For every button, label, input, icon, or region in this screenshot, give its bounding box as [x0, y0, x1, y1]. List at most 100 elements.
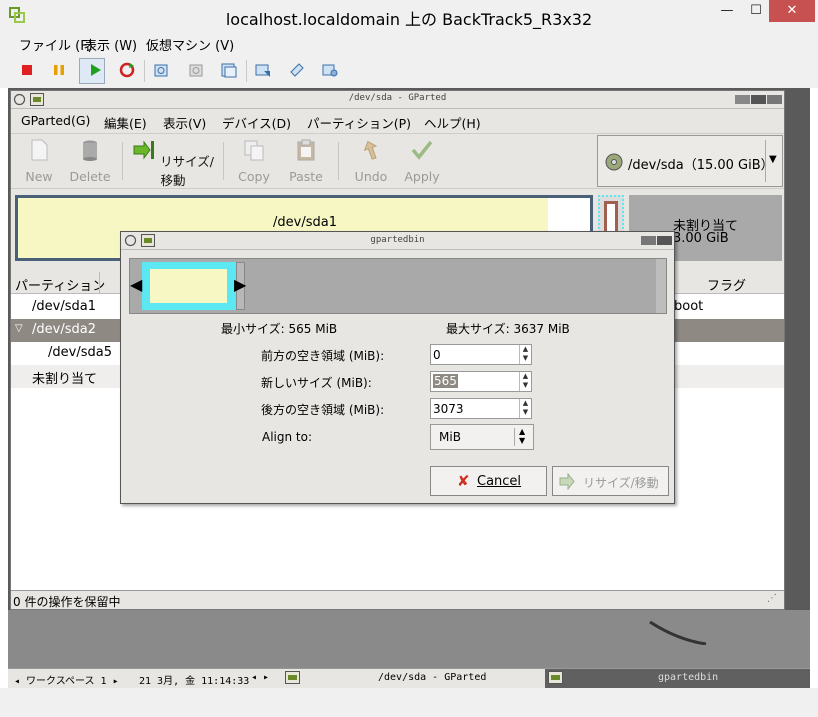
taskbar-item-dialog[interactable]: gpartedbin [545, 669, 810, 688]
column-divider [99, 272, 100, 294]
new-label: New [25, 169, 53, 184]
toolbar-separator [223, 142, 224, 180]
undo-label: Undo [354, 169, 388, 184]
menu-view[interactable]: 表示(V) [163, 113, 206, 132]
reset-icon[interactable] [119, 62, 135, 78]
resize-move-confirm-button[interactable]: リサイズ/移動 [552, 466, 669, 496]
new-size-label: 新しいサイズ (MiB): [261, 376, 372, 390]
taskbar-item-gparted[interactable]: /dev/sda - GParted [378, 672, 486, 683]
partition-name: 未割り当て [32, 372, 98, 387]
task-nav-icon[interactable]: ◂ ▸ [251, 672, 269, 683]
free-before-spinbutton[interactable]: ▲▼ [430, 344, 532, 365]
cancel-icon: ✘ [457, 472, 470, 490]
pending-operations: 0 件の操作を保留中 [13, 595, 121, 609]
vm-toolbar [0, 54, 818, 88]
undo-button[interactable]: Undo [348, 138, 394, 184]
min-size-label: 最小サイズ: 565 MiB [221, 322, 338, 336]
snapshot-icon[interactable] [153, 62, 169, 78]
spin-arrows-icon[interactable]: ▲ ▼ [519, 372, 531, 391]
maximize-button[interactable]: ☐ [740, 0, 772, 22]
workspace-switcher[interactable]: ◂ ワークスペース 1 ▸ [14, 672, 119, 687]
column-partition[interactable]: パーティション [15, 275, 105, 294]
menu-gparted[interactable]: GParted(G) [21, 113, 90, 128]
delete-button[interactable]: Delete [67, 138, 113, 184]
partition-name: /dev/sda2 [32, 322, 96, 337]
max-size-label: 最大サイズ: 3637 MiB [446, 322, 570, 336]
stop-icon[interactable] [19, 62, 35, 78]
cancel-button[interactable]: ✘ Cancel [430, 466, 547, 496]
minimize-button[interactable]: — [711, 0, 743, 22]
free-after-label: 後方の空き領域 (MiB): [261, 403, 385, 417]
partition-name: /dev/sda5 [48, 345, 112, 360]
window-title: localhost.localdomain 上の BackTrack5_R3x3… [225, 10, 593, 29]
free-before-label: 前方の空き領域 (MiB): [261, 349, 385, 363]
settings-icon[interactable] [322, 62, 338, 78]
guest-desktop [8, 610, 810, 668]
right-arrow-icon[interactable]: ▶ [234, 275, 246, 294]
unity-icon[interactable] [289, 62, 305, 78]
menu-vm[interactable]: 仮想マシン (V) [146, 35, 234, 54]
revert-snapshot-icon [189, 64, 203, 77]
column-flags[interactable]: フラグ [707, 275, 746, 294]
vm-titlebar: localhost.localdomain 上の BackTrack5_R3x3… [0, 0, 818, 32]
device-selector[interactable]: /dev/sda（15.00 GiB） ▼ [597, 135, 783, 187]
dialog-close-button[interactable] [657, 236, 672, 245]
resize-dialog: gpartedbin ◀ ▶ 最小サイズ: 565 MiB 最大サイズ: 363… [120, 231, 675, 504]
free-before-input[interactable] [431, 345, 517, 364]
expander-icon[interactable]: ▽ [15, 323, 23, 334]
vm-statusbar [0, 688, 818, 717]
copy-button[interactable]: Copy [233, 138, 275, 184]
close-button[interactable]: ✕ [769, 0, 815, 22]
apply-icon [411, 140, 433, 160]
gparted-close-button[interactable] [767, 95, 782, 104]
menu-edit[interactable]: 編集(E) [104, 113, 147, 132]
spin-arrows-icon[interactable]: ▲ ▼ [519, 399, 531, 418]
taskbar-clock: 21 3月, 金 11:14:33 [139, 676, 250, 687]
vm-menubar: ファイル (F) 表示 (W) 仮想マシン (V) [0, 32, 818, 54]
gparted-titlebar: /dev/sda - GParted [11, 91, 784, 109]
resize-move-button[interactable]: リサイズ/移動 [131, 138, 215, 189]
snapshot-manager-icon[interactable] [221, 62, 237, 78]
cancel-label: Cancel [477, 474, 522, 489]
menu-file[interactable]: ファイル (F) [19, 35, 93, 54]
partition-name: /dev/sda1 [32, 299, 96, 314]
new-size-input[interactable]: 565 [433, 374, 458, 388]
partition-resizer[interactable]: ◀ ▶ [129, 258, 667, 314]
gparted-task-icon [548, 671, 563, 684]
gparted-minimize-button[interactable] [735, 95, 750, 104]
toolbar-separator [144, 60, 145, 82]
paste-label: Paste [289, 169, 323, 184]
dialog-title: gpartedbin [370, 235, 425, 245]
menu-view[interactable]: 表示 (W) [84, 35, 137, 54]
combo-separator [765, 140, 766, 182]
wallpaper-stroke [649, 620, 707, 645]
left-arrow-icon[interactable]: ◀ [130, 275, 142, 294]
toolbar-separator [246, 60, 247, 82]
apply-button[interactable]: Apply [401, 138, 443, 184]
play-icon[interactable] [87, 62, 103, 78]
resize-grip-icon[interactable]: ⋰ [767, 593, 777, 604]
device-selector-value: /dev/sda（15.00 GiB） [628, 158, 774, 173]
free-after-input[interactable] [431, 399, 517, 418]
align-to-combo[interactable]: MiB ▲ ▼ [430, 424, 534, 450]
paste-button[interactable]: Paste [285, 138, 327, 184]
free-after-spinbutton[interactable]: ▲▼ [430, 398, 532, 419]
spin-arrows-icon[interactable]: ▲ ▼ [519, 345, 531, 364]
status-bar: 0 件の操作を保留中 ⋰ [11, 590, 784, 609]
fullscreen-icon[interactable] [255, 62, 271, 78]
updown-arrow-icon: ▲ ▼ [519, 427, 526, 445]
menu-help[interactable]: ヘルプ(H) [424, 113, 481, 132]
copy-icon [244, 140, 264, 161]
menu-partition[interactable]: パーティション(P) [307, 113, 411, 132]
new-size-spinbutton[interactable]: 565 ▲ ▼ [430, 371, 532, 392]
pause-icon[interactable] [51, 62, 67, 78]
gparted-task-icon [285, 671, 300, 684]
new-button[interactable]: New [19, 138, 59, 184]
gparted-maximize-button[interactable] [751, 95, 766, 104]
menu-device[interactable]: デバイス(D) [222, 113, 291, 132]
copy-label: Copy [238, 169, 270, 184]
dialog-minimize-button[interactable] [641, 236, 656, 245]
partition-resize-handle[interactable] [142, 262, 236, 310]
gparted-menubar: GParted(G) 編集(E) 表示(V) デバイス(D) パーティション(P… [11, 110, 784, 132]
unalloc-map-size: 3.00 GiB [673, 231, 729, 246]
